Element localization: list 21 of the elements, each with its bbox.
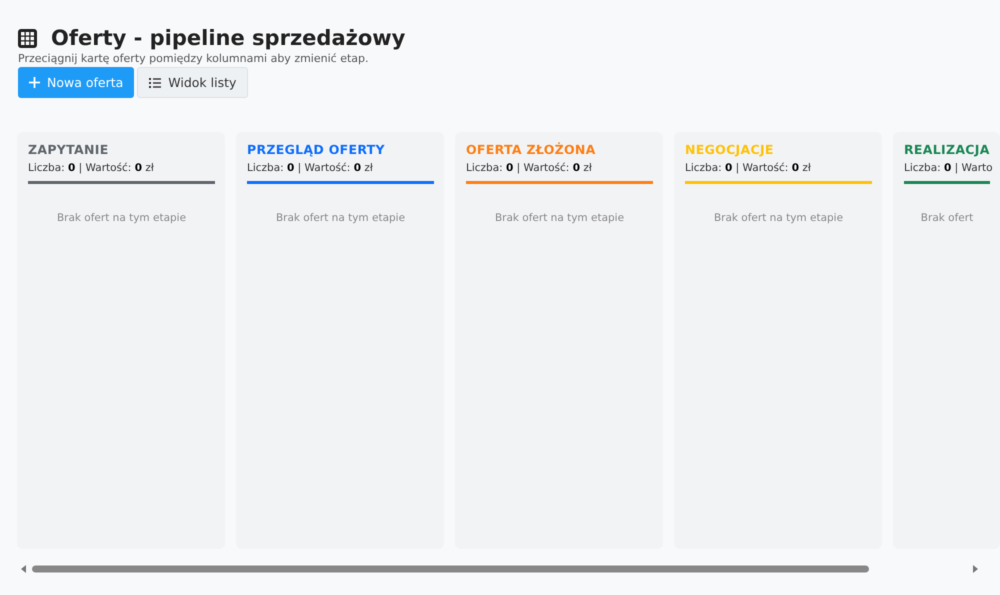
column-stats: Liczba: 0 | Wartość: 0 zł — [28, 162, 155, 174]
column-title: ZAPYTANIE — [28, 142, 110, 157]
column-stats: Liczba: 0 | Wartość: 0 zł — [466, 162, 593, 174]
column-title: REALIZACJA — [904, 142, 990, 157]
empty-message: Brak ofert na tym etapie — [56, 212, 188, 224]
plus-icon — [29, 77, 40, 88]
grid-icon — [18, 28, 37, 48]
column-stats: Liczba: 0 | Wartość: 0 zł — [247, 162, 374, 174]
column-title: NEGOCJACJE — [685, 142, 775, 157]
page-title: Oferty - pipeline sprzedażowy — [51, 26, 406, 50]
column-title: PRZEGLĄD OFERTY — [247, 142, 386, 157]
page-subtitle: Przeciągnij kartę oferty pomiędzy kolumnami aby zmienić etap. — [18, 52, 370, 65]
list-view-button[interactable]: Widok listy — [137, 67, 248, 98]
empty-message: Brak ofert na tym etapie — [712, 212, 844, 224]
column-stats: Liczba: 0 | Warto — [904, 162, 990, 174]
empty-message: Brak ofert — [920, 212, 974, 224]
empty-message: Brak ofert na tym etapie — [494, 212, 626, 224]
column-title: OFERTA ZŁOŻONA — [466, 142, 597, 157]
column-stats: Liczba: 0 | Wartość: 0 zł — [685, 162, 812, 174]
empty-message: Brak ofert na tym etapie — [274, 212, 406, 224]
list-icon — [149, 78, 162, 88]
